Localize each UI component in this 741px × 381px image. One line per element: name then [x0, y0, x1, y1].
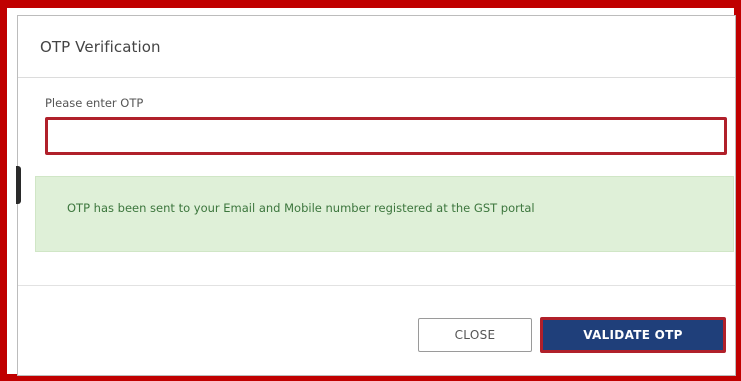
dialog-title: OTP Verification — [40, 38, 161, 56]
otp-sent-alert: OTP has been sent to your Email and Mobi… — [35, 176, 734, 252]
dialog-footer-divider — [18, 285, 735, 286]
otp-input[interactable] — [45, 117, 727, 155]
side-tab-handle — [16, 166, 21, 204]
validate-otp-button[interactable]: VALIDATE OTP — [540, 317, 726, 353]
otp-field-label: Please enter OTP — [45, 96, 144, 110]
close-button[interactable]: CLOSE — [418, 318, 532, 352]
otp-sent-message: OTP has been sent to your Email and Mobi… — [67, 201, 535, 215]
otp-verification-dialog: OTP Verification Please enter OTP OTP ha… — [17, 15, 736, 376]
dialog-header: OTP Verification — [18, 16, 735, 78]
